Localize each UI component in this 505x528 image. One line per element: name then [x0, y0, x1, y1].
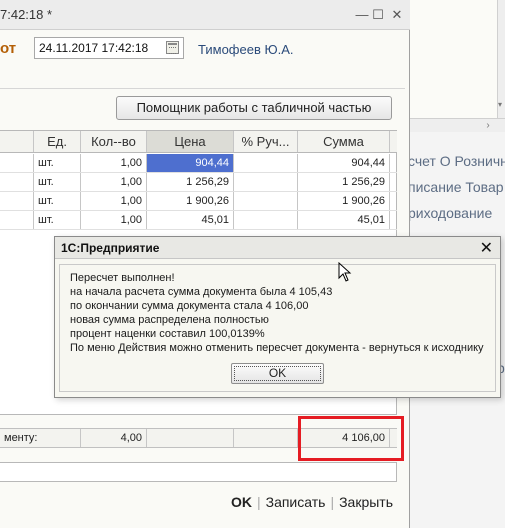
- markup-cell[interactable]: [234, 192, 298, 210]
- unit-cell[interactable]: шт.: [34, 211, 81, 229]
- column-header-price[interactable]: Цена: [147, 131, 234, 152]
- message-line: по окончании сумма документа стала 4 106…: [70, 300, 309, 312]
- document-label: от: [0, 40, 17, 57]
- maximize-icon[interactable]: ☐: [371, 8, 385, 22]
- column-header-sum[interactable]: Сумма: [298, 131, 390, 152]
- date-field[interactable]: 24.11.2017 17:42:18: [34, 37, 184, 59]
- column-header-markup[interactable]: % Руч...: [234, 131, 298, 152]
- dialog-close-icon[interactable]: ✕: [480, 238, 493, 258]
- qty-cell[interactable]: 1,00: [81, 154, 147, 172]
- ok-button[interactable]: OK: [231, 494, 252, 510]
- message-dialog: 1С:Предприятие ✕ Пересчет выполнен! на н…: [54, 236, 501, 398]
- qty-cell[interactable]: 1,00: [81, 211, 147, 229]
- scroll-right-icon[interactable]: ›: [481, 119, 495, 132]
- comment-input[interactable]: [0, 462, 397, 482]
- dialog-titlebar: 1С:Предприятие ✕: [55, 237, 500, 259]
- table-row[interactable]: шт. 1,00 1 900,26 1 900,26: [0, 192, 397, 211]
- message-line: на начала расчета сумма документа была 4…: [70, 286, 333, 298]
- mouse-cursor-icon: [338, 262, 352, 282]
- column-header-unit[interactable]: Ед.: [34, 131, 81, 152]
- background-menu-item[interactable]: счет О Розничн: [408, 148, 505, 174]
- unit-cell[interactable]: шт.: [34, 173, 81, 191]
- background-vertical-scrollbar[interactable]: ▾: [497, 0, 505, 118]
- table-row[interactable]: шт. 1,00 904,44 904,44: [0, 154, 397, 173]
- qty-cell[interactable]: 1,00: [81, 173, 147, 191]
- sum-cell[interactable]: 1 256,29: [298, 173, 390, 191]
- background-horizontal-scrollbar[interactable]: ›: [405, 118, 505, 132]
- form-command-bar: OK | Записать | Закрыть: [231, 494, 393, 510]
- sum-cell[interactable]: 45,01: [298, 211, 390, 229]
- table-row[interactable]: шт. 1,00 45,01 45,01: [0, 211, 397, 230]
- totals-qty: 4,00: [81, 429, 147, 447]
- table-cell[interactable]: [0, 173, 34, 191]
- totals-label: менту:: [0, 429, 81, 447]
- highlight-annotation: [298, 416, 404, 461]
- responsible-user-link[interactable]: Тимофеев Ю.А.: [198, 42, 294, 57]
- close-icon[interactable]: ✕: [390, 8, 404, 22]
- sum-cell[interactable]: 904,44: [298, 154, 390, 172]
- table-cell[interactable]: [0, 192, 34, 210]
- dialog-title: 1С:Предприятие: [61, 241, 160, 255]
- save-button[interactable]: Записать: [266, 494, 326, 510]
- message-line: По меню Действия можно отменить пересчет…: [70, 342, 484, 354]
- message-line: новая сумма распределена полностью: [70, 314, 269, 326]
- separator: |: [256, 494, 261, 510]
- minimize-icon[interactable]: —: [355, 8, 369, 22]
- totals-cell: [234, 429, 298, 447]
- table-header: Ед. Кол--во Цена % Руч... Сумма: [0, 131, 397, 153]
- price-cell[interactable]: 45,01: [147, 211, 234, 229]
- totals-cell: [147, 429, 234, 447]
- unit-cell[interactable]: шт.: [34, 154, 81, 172]
- message-line: процент наценки составил 100,0139%: [70, 328, 265, 340]
- table-cell[interactable]: [0, 211, 34, 229]
- table-row[interactable]: шт. 1,00 1 256,29 1 256,29: [0, 173, 397, 192]
- sum-cell[interactable]: 1 900,26: [298, 192, 390, 210]
- markup-cell[interactable]: [234, 154, 298, 172]
- table-cell[interactable]: [0, 154, 34, 172]
- window-titlebar: 7:42:18 * — ☐ ✕: [0, 0, 410, 30]
- window-title: 7:42:18 *: [0, 7, 53, 22]
- close-button[interactable]: Закрыть: [339, 494, 393, 510]
- price-cell-selected[interactable]: 904,44: [147, 154, 234, 172]
- qty-cell[interactable]: 1,00: [81, 192, 147, 210]
- price-cell[interactable]: 1 900,26: [147, 192, 234, 210]
- divider: [0, 88, 405, 89]
- table-helper-button[interactable]: Помощник работы с табличной частью: [116, 96, 392, 120]
- background-panel: [405, 0, 505, 132]
- unit-cell[interactable]: шт.: [34, 192, 81, 210]
- column-header-blank[interactable]: [0, 131, 34, 152]
- column-header-qty[interactable]: Кол--во: [81, 131, 147, 152]
- scroll-down-icon[interactable]: ▾: [498, 100, 505, 109]
- price-cell[interactable]: 1 256,29: [147, 173, 234, 191]
- message-line: Пересчет выполнен!: [70, 272, 175, 284]
- separator: |: [330, 494, 335, 510]
- dialog-ok-button[interactable]: OK: [231, 363, 324, 384]
- markup-cell[interactable]: [234, 211, 298, 229]
- calendar-icon[interactable]: [166, 41, 179, 54]
- markup-cell[interactable]: [234, 173, 298, 191]
- background-menu-item[interactable]: риходование: [408, 200, 505, 226]
- background-menu-item[interactable]: писание Товар: [408, 174, 505, 200]
